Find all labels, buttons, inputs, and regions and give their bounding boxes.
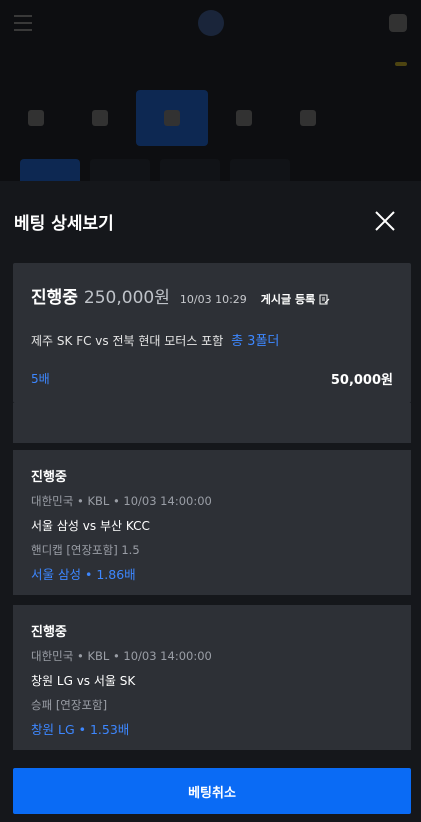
bet-pick: 창원 LG • 1.53배 (31, 719, 393, 738)
summary-header-row: 진행중 250,000원 10/03 10:29 게시글 등록 (31, 283, 393, 308)
bet-market: 핸디캡 [연장포함] 1.5 (31, 543, 140, 557)
bet-league: KBL (87, 649, 110, 663)
post-register-label: 게시글 등록 (260, 293, 316, 306)
bet-pick-odds: 1.86배 (96, 567, 136, 582)
bet-pick: 서울 삼성 • 1.86배 (31, 564, 393, 583)
bet-meta: 대한민국 • KBL • 10/03 14:00:00 (31, 648, 393, 664)
bet-datetime: 10/03 14:00:00 (123, 494, 212, 508)
bet-market: 승패 [연장포함] (31, 698, 108, 712)
summary-bottom-row: 5배 50,000원 (31, 369, 393, 388)
sheet-header: 베팅 상세보기 (0, 181, 421, 261)
meta-separator: • (112, 649, 124, 663)
summary-status: 진행중 (31, 288, 78, 308)
pick-separator: • (78, 722, 90, 737)
close-button[interactable] (373, 209, 397, 233)
bet-list-scroll[interactable]: 진행중 대한민국 • KBL • 10/03 14:00:00 서울 삼성 vs… (0, 403, 421, 767)
summary-match-title: 제주 SK FC vs 전북 현대 모터스 포함 (31, 334, 224, 348)
bet-pick-odds: 1.53배 (89, 722, 130, 737)
summary-total-odds: 5배 (31, 372, 50, 386)
summary-bet-amount: 50,000원 (330, 373, 393, 388)
post-register-link[interactable]: 게시글 등록 (261, 291, 330, 307)
bet-country: 대한민국 (31, 494, 74, 508)
bet-country: 대한민국 (31, 649, 74, 663)
meta-separator: • (76, 494, 88, 508)
bet-card: 진행중 대한민국 • KBL • 10/03 14:00:00 서울 삼성 vs… (13, 450, 411, 595)
cancel-bet-button[interactable]: 베팅취소 (13, 768, 411, 814)
bet-card: 진행중 대한민국 • KBL • 10/03 14:00:00 창원 LG vs… (13, 605, 411, 750)
bet-datetime: 10/03 14:00:00 (123, 649, 212, 663)
bet-teams: 서울 삼성 vs 부산 KCC (31, 519, 150, 533)
bet-status: 진행중 (31, 625, 67, 640)
meta-separator: • (112, 494, 124, 508)
meta-separator: • (76, 649, 88, 663)
bet-detail-sheet: 베팅 상세보기 진행중 250,000원 10/03 10:29 게시글 등록 (0, 181, 421, 822)
bet-teams: 창원 LG vs 서울 SK (31, 674, 136, 688)
bet-status: 진행중 (31, 470, 67, 485)
summary-datetime: 10/03 10:29 (179, 293, 247, 306)
summary-folder-count: 총 3폴더 (231, 334, 280, 349)
sheet-title: 베팅 상세보기 (14, 213, 114, 234)
summary-amount: 250,000원 (83, 288, 170, 308)
bet-pick-team: 창원 LG (31, 722, 75, 737)
document-edit-icon (319, 294, 330, 304)
bet-pick-team: 서울 삼성 (31, 567, 81, 582)
bet-league: KBL (87, 494, 110, 508)
summary-match-line: 제주 SK FC vs 전북 현대 모터스 포함 총 3폴더 (31, 330, 393, 349)
close-icon (375, 211, 395, 231)
bet-summary-card: 진행중 250,000원 10/03 10:29 게시글 등록 제주 SK FC… (13, 263, 411, 403)
pick-separator: • (84, 567, 97, 582)
modal-overlay[interactable] (0, 0, 421, 200)
bet-meta: 대한민국 • KBL • 10/03 14:00:00 (31, 493, 393, 509)
bet-card-partial (13, 403, 411, 443)
